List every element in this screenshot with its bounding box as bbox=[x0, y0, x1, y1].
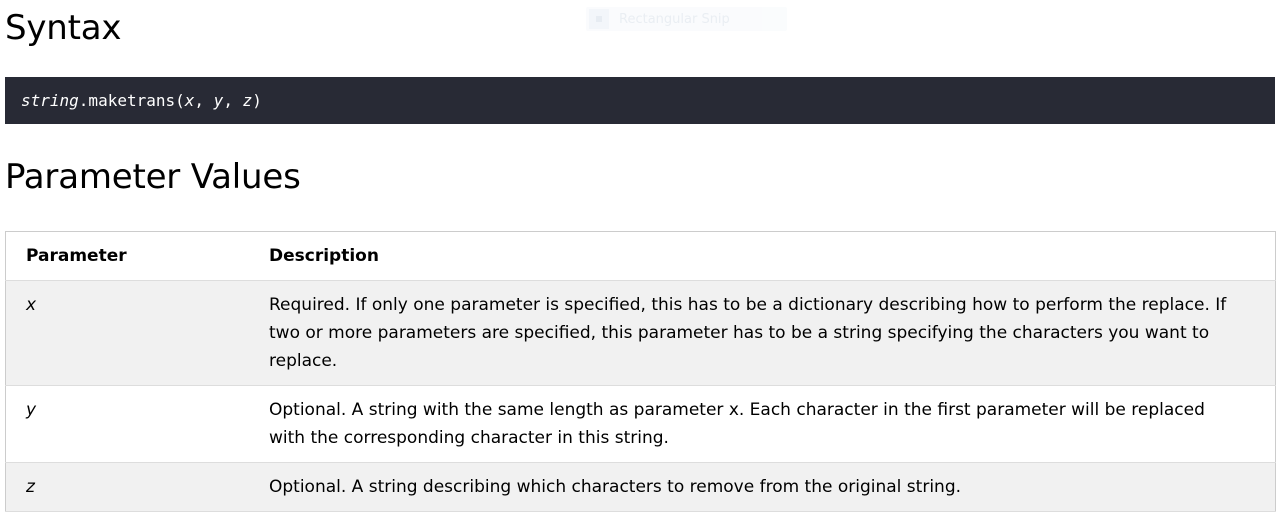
code-object: string bbox=[21, 91, 79, 110]
code-arg-z: z bbox=[242, 91, 253, 110]
code-arg-y: y bbox=[213, 91, 224, 110]
parameter-table: Parameter Description x Required. If onl… bbox=[5, 231, 1276, 512]
snip-icon bbox=[589, 9, 609, 29]
parameter-values-heading: Parameter Values bbox=[5, 157, 301, 197]
code-close-paren: ) bbox=[252, 91, 262, 110]
snip-overlay[interactable]: Rectangular Snip bbox=[586, 7, 787, 31]
parameter-name: y bbox=[5, 385, 269, 463]
parameter-name: x bbox=[5, 280, 269, 386]
syntax-heading: Syntax bbox=[5, 8, 122, 48]
code-arg-x: x bbox=[184, 91, 195, 110]
parameter-description: Optional. A string describing which char… bbox=[269, 462, 1276, 512]
column-header-description: Description bbox=[269, 231, 1276, 281]
code-separator: , bbox=[194, 91, 214, 110]
table-header-row: Parameter Description bbox=[5, 231, 1276, 281]
table-row: x Required. If only one parameter is spe… bbox=[5, 280, 1276, 386]
table-row: y Optional. A string with the same lengt… bbox=[5, 385, 1276, 463]
code-method: .maketrans( bbox=[78, 91, 185, 110]
code-separator: , bbox=[223, 91, 243, 110]
parameter-name: z bbox=[5, 462, 269, 512]
table-row: z Optional. A string describing which ch… bbox=[5, 462, 1276, 512]
parameter-description: Required. If only one parameter is speci… bbox=[269, 280, 1276, 386]
syntax-code-block: string .maketrans(x, y, z) bbox=[5, 77, 1275, 124]
snip-label: Rectangular Snip bbox=[619, 11, 730, 27]
parameter-description: Optional. A string with the same length … bbox=[269, 385, 1276, 463]
column-header-parameter: Parameter bbox=[5, 231, 269, 281]
